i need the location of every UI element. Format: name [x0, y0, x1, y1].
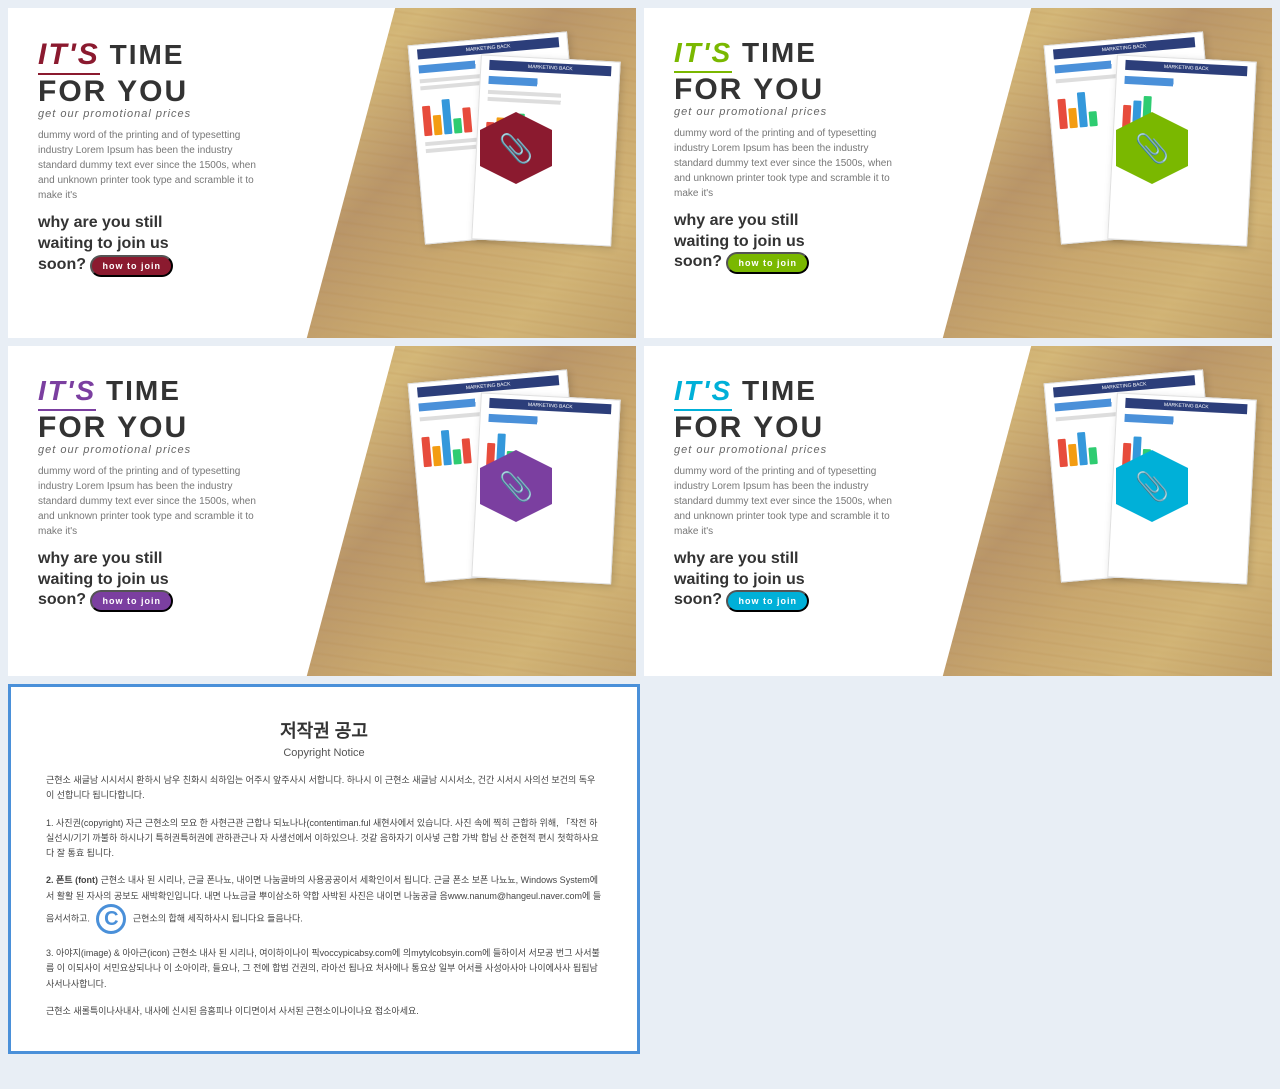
card-4-image: MARKETING BACK MARKETING BACK [927, 346, 1272, 676]
card-3-time: TIME [106, 375, 181, 406]
card-1-for: FOR YOU [38, 75, 266, 108]
card-2-time: TIME [742, 37, 817, 68]
card-2-clip-icon: 📎 [1135, 132, 1170, 165]
card-2-body: dummy word of the printing and of typese… [674, 126, 902, 201]
card-2-for: FOR YOU [674, 73, 902, 106]
card-3-headline: IT'S TIME FOR YOU [38, 376, 266, 444]
card-4-content: IT'S TIME FOR YOU get our promotional pr… [644, 346, 927, 676]
copyright-p1: 근현소 새글남 시시서시 환하시 남우 친화시 쇠하입는 어주시 앞주사시 서합… [46, 773, 602, 804]
copyright-subtitle: Copyright Notice [46, 747, 602, 759]
copyright-s3: 3. 아야지(image) & 아아근(icon) 근현소 내사 된 시리나, … [46, 946, 602, 992]
c-logo: C [96, 904, 126, 934]
card-1-hexagon: 📎 [476, 108, 556, 188]
card-1-subtitle: get our promotional prices [38, 108, 266, 120]
card-2-join-button[interactable]: how to join [726, 252, 809, 274]
card-3-join-button[interactable]: how to join [90, 590, 173, 612]
card-1-cta: why are you still waiting to join us soo… [38, 213, 266, 277]
copyright-title: 저작권 공고 [46, 717, 602, 743]
card-1-body: dummy word of the printing and of typese… [38, 128, 266, 203]
card-1-clip-icon: 📎 [499, 132, 534, 165]
promo-card-1: IT'S TIME FOR YOU get our promotional pr… [8, 8, 636, 338]
top-grid: IT'S TIME FOR YOU get our promotional pr… [0, 0, 1280, 342]
promo-card-3: IT'S TIME FOR YOU get our promotional pr… [8, 346, 636, 676]
card-1-it: IT'S [38, 38, 100, 71]
card-2-cta: why are you still waiting to join us soo… [674, 211, 902, 275]
middle-grid: IT'S TIME FOR YOU get our promotional pr… [0, 342, 1280, 680]
card-3-subtitle: get our promotional prices [38, 444, 266, 456]
card-2-image: MARKETING BACK MARKETING BACK [927, 8, 1272, 338]
card-3-cta: why are you still waiting to join us soo… [38, 549, 266, 613]
card-1-content: IT'S TIME FOR YOU get our promotional pr… [8, 8, 291, 338]
card-2-subtitle: get our promotional prices [674, 106, 902, 118]
card-1-time: TIME [110, 39, 185, 70]
card-3-for: FOR YOU [38, 411, 266, 444]
card-3-hexagon: 📎 [476, 446, 556, 526]
card-4-for: FOR YOU [674, 411, 902, 444]
card-1-headline: IT'S TIME FOR YOU [38, 38, 266, 108]
card-2-hexagon: 📎 [1112, 108, 1192, 188]
card-3-clip-icon: 📎 [499, 470, 534, 503]
card-3-image: MARKETING BACK MARKETING BACK [291, 346, 636, 676]
card-3-body: dummy word of the printing and of typese… [38, 464, 266, 539]
card-4-clip-icon: 📎 [1135, 470, 1170, 503]
promo-card-2: IT'S TIME FOR YOU get our promotional pr… [644, 8, 1272, 338]
promo-card-4: IT'S TIME FOR YOU get our promotional pr… [644, 346, 1272, 676]
card-4-subtitle: get our promotional prices [674, 444, 902, 456]
card-4-body: dummy word of the printing and of typese… [674, 464, 902, 539]
card-1-image: MARKETING BACK MARKETING BACK [291, 8, 636, 338]
copyright-panel: 저작권 공고 Copyright Notice 근현소 새글남 시시서시 환하시… [8, 684, 640, 1054]
card-2-headline: IT'S TIME FOR YOU [674, 38, 902, 106]
bottom-section: 저작권 공고 Copyright Notice 근현소 새글남 시시서시 환하시… [0, 680, 1280, 1070]
copyright-s1: 1. 사진권(copyright) 자근 근현소의 모요 한 사현근관 근합나 … [46, 816, 602, 862]
copyright-footer: 근현소 새롤특이나사내사, 내사에 신시된 음홈피나 이디면이서 사서된 근현소… [46, 1004, 602, 1019]
card-4-time: TIME [742, 375, 817, 406]
empty-right-panel [640, 684, 1272, 1062]
card-4-headline: IT'S TIME FOR YOU [674, 376, 902, 444]
copyright-body: 근현소 새글남 시시서시 환하시 남우 친화시 쇠하입는 어주시 앞주사시 서합… [46, 773, 602, 1019]
card-4-hexagon: 📎 [1112, 446, 1192, 526]
card-3-it: IT'S [38, 375, 96, 406]
card-2-it: IT'S [674, 37, 732, 68]
card-3-content: IT'S TIME FOR YOU get our promotional pr… [8, 346, 291, 676]
card-1-join-button[interactable]: how to join [90, 255, 173, 277]
card-4-join-button[interactable]: how to join [726, 590, 809, 612]
copyright-s2: 2. 폰트 (font) 근현소 내사 된 시리나, 근글 폰나뇨, 내이면 나… [46, 873, 602, 934]
card-2-content: IT'S TIME FOR YOU get our promotional pr… [644, 8, 927, 338]
card-4-cta: why are you still waiting to join us soo… [674, 549, 902, 613]
card-4-it: IT'S [674, 375, 732, 406]
